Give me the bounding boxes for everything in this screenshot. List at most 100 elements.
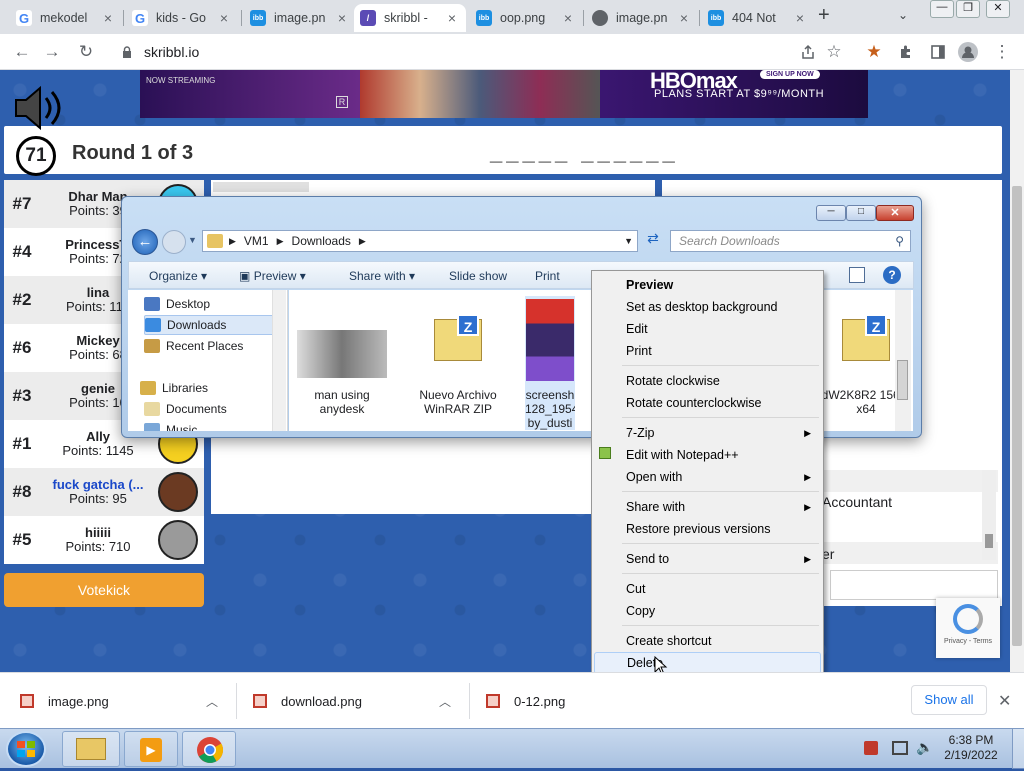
extension-star-icon[interactable]: ★ (862, 40, 886, 64)
close-tab-icon[interactable]: × (560, 10, 576, 26)
address-bar[interactable]: skribbl.io (108, 38, 856, 66)
recent-pages-dropdown-icon[interactable]: ▼ (188, 235, 197, 245)
menu-item[interactable]: Preview (594, 274, 821, 296)
start-button[interactable] (6, 731, 46, 767)
votekick-button[interactable]: Votekick (4, 573, 204, 607)
recaptcha-links[interactable]: Privacy - Terms (944, 638, 992, 645)
profile-avatar-icon[interactable] (956, 40, 980, 64)
download-item[interactable]: 0-12.png (486, 673, 698, 729)
menu-item[interactable]: Copy (594, 600, 821, 622)
side-panel-icon[interactable] (926, 40, 950, 64)
menu-item[interactable]: Create shortcut (594, 630, 821, 652)
explorer-address-bar[interactable]: ▶ VM1 ▶ Downloads ▶ ▼ (202, 230, 638, 252)
nav-item[interactable]: Libraries (140, 378, 208, 398)
organize-button[interactable]: Organize ▾ (149, 269, 207, 283)
browser-tab[interactable]: ibb oop.png × (470, 4, 582, 32)
tab-search-chevron-icon[interactable]: ⌄ (898, 8, 908, 22)
nav-item[interactable]: Desktop (144, 294, 210, 314)
preview-button[interactable]: ▣ Preview ▾ (239, 269, 306, 283)
volume-icon[interactable]: 🔈 (916, 739, 933, 756)
menu-item[interactable]: Edit (594, 318, 821, 340)
close-tab-icon[interactable]: × (100, 10, 116, 26)
chat-scroll-thumb[interactable] (985, 534, 993, 548)
page-scrollbar[interactable] (1010, 70, 1024, 672)
file-item[interactable]: man using anydesk (293, 296, 391, 416)
extensions-puzzle-icon[interactable] (894, 40, 918, 64)
menu-item[interactable]: Open with ▶ (594, 466, 821, 488)
minimize-button[interactable]: ─ (816, 205, 846, 221)
nav-item[interactable]: Recent Places (144, 336, 243, 356)
close-tab-icon[interactable]: × (216, 10, 232, 26)
share-with-button[interactable]: Share with ▾ (349, 269, 415, 283)
close-tab-icon[interactable]: × (444, 10, 460, 26)
menu-item[interactable]: Edit with Notepad++ (594, 444, 821, 466)
nav-item[interactable]: Documents (144, 399, 227, 419)
close-tab-icon[interactable]: × (676, 10, 692, 26)
player-row[interactable]: #5 hiiiii Points: 710 (4, 516, 204, 564)
menu-item[interactable]: Print (594, 340, 821, 362)
share-icon[interactable] (796, 40, 820, 64)
system-clock[interactable]: 6:38 PM 2/19/2022 (940, 733, 1002, 763)
show-all-button[interactable]: Show all (911, 685, 987, 715)
taskbar-chrome-button[interactable] (182, 731, 236, 767)
bookmark-star-icon[interactable]: ☆ (822, 40, 846, 64)
ad-cta[interactable]: SIGN UP NOW (760, 70, 820, 79)
sound-speaker-icon[interactable] (8, 82, 64, 134)
window-restore-icon[interactable]: ❐ (956, 0, 980, 18)
preview-pane-icon[interactable] (849, 267, 865, 283)
refresh-icon[interactable]: ⇄ (642, 230, 664, 252)
menu-item[interactable]: Cut (594, 578, 821, 600)
download-options-chevron-icon[interactable]: ︿ (206, 693, 218, 710)
slide-show-button[interactable]: Slide show (449, 269, 507, 283)
menu-item[interactable]: Rotate counterclockwise (594, 392, 821, 414)
file-item[interactable]: Z Nuevo Archivo WinRAR ZIP (409, 296, 507, 416)
close-downloads-bar-icon[interactable]: ✕ (998, 691, 1011, 711)
close-tab-icon[interactable]: × (334, 10, 350, 26)
address-dropdown-icon[interactable]: ▼ (624, 236, 633, 246)
nav-item[interactable]: Music (144, 420, 197, 431)
download-options-chevron-icon[interactable]: ︿ (439, 693, 451, 710)
action-center-flag-icon[interactable] (864, 741, 878, 755)
menu-item[interactable]: Delete (594, 652, 821, 674)
nav-scrollbar[interactable] (272, 290, 286, 431)
chat-scrollbar[interactable] (982, 470, 996, 560)
menu-item[interactable]: Send to ▶ (594, 548, 821, 570)
file-item[interactable]: screensh 128_1954 by_dusti (525, 296, 575, 430)
taskbar-explorer-button[interactable] (62, 731, 120, 767)
back-nav-button[interactable]: ← (132, 229, 158, 255)
hbo-max-ad-banner[interactable]: NOW STREAMING R HBOmax SIGN UP NOW PLANS… (140, 70, 868, 118)
menu-item[interactable]: Rotate clockwise (594, 370, 821, 392)
maximize-button[interactable]: □ (846, 205, 876, 221)
player-row[interactable]: #8 fuck gatcha (... Points: 95 (4, 468, 204, 516)
forward-nav-button[interactable] (162, 230, 186, 254)
browser-tab[interactable]: image.pn × (586, 4, 698, 32)
menu-item[interactable]: 7-Zip ▶ (594, 422, 821, 444)
forward-icon[interactable]: → (40, 40, 64, 64)
window-close-icon[interactable]: ✕ (986, 0, 1010, 18)
menu-item[interactable]: Share with ▶ (594, 496, 821, 518)
menu-dots-icon[interactable]: ⋮ (990, 40, 1014, 64)
download-item[interactable]: image.png ︿ (20, 673, 232, 729)
network-icon[interactable] (892, 741, 908, 755)
close-tab-icon[interactable]: × (792, 10, 808, 26)
browser-tab[interactable]: Gmekodel × (10, 4, 122, 32)
breadcrumb-downloads[interactable]: Downloads (292, 234, 351, 248)
file-list-scrollbar[interactable] (895, 290, 911, 431)
taskbar-media-player-button[interactable]: ▶ (124, 731, 178, 767)
help-icon[interactable]: ? (883, 266, 901, 284)
back-icon[interactable]: ← (10, 40, 34, 64)
breadcrumb-vm1[interactable]: VM1 (244, 234, 269, 248)
file-list-scroll-thumb[interactable] (897, 360, 908, 400)
browser-tab[interactable]: / skribbl - × (354, 4, 466, 32)
show-desktop-button[interactable] (1012, 729, 1024, 769)
menu-item[interactable]: Restore previous versions (594, 518, 821, 540)
download-item[interactable]: download.png ︿ (253, 673, 465, 729)
page-scroll-thumb[interactable] (1012, 186, 1022, 646)
close-window-button[interactable]: ✕ (876, 205, 914, 221)
new-tab-button[interactable]: + (818, 4, 838, 27)
explorer-search-input[interactable]: Search Downloads ⚲ (670, 230, 911, 252)
browser-tab[interactable]: ibb 404 Not × (702, 4, 814, 32)
reload-icon[interactable]: ↻ (74, 40, 98, 64)
recaptcha-badge[interactable]: Privacy - Terms (936, 598, 1000, 658)
nav-item[interactable]: Downloads (144, 315, 276, 335)
